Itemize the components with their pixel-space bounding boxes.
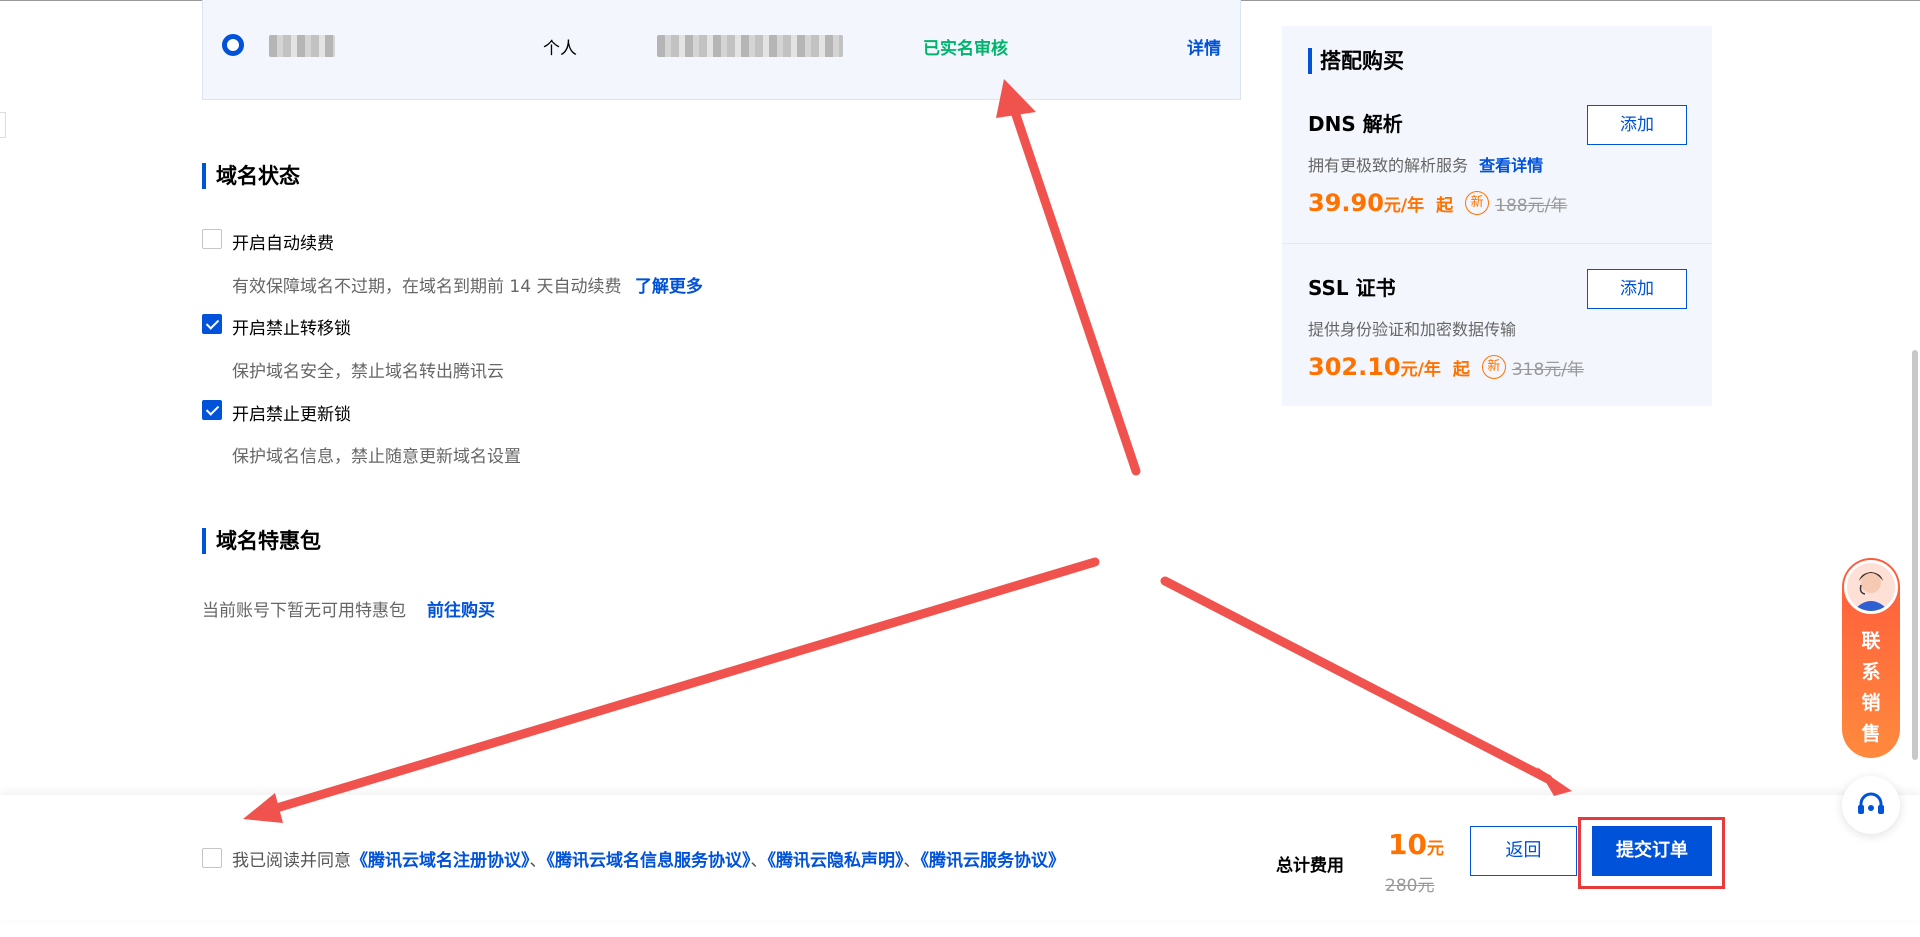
contact-sales-text: 联系销售	[1861, 630, 1881, 745]
agreement-separator: 、	[529, 851, 547, 871]
update-lock-label: 开启禁止更新锁	[232, 405, 351, 425]
total-label: 总计费用	[1276, 856, 1344, 876]
contact-sales-widget[interactable]: 联系销售	[1842, 558, 1900, 758]
registrant-row[interactable]: 个人 已实名审核 详情	[202, 0, 1241, 100]
transfer-lock-desc: 保护域名安全，禁止域名转出腾讯云	[232, 362, 504, 382]
agreement-checkbox[interactable]	[202, 848, 222, 868]
ssl-name: SSL 证书	[1308, 276, 1396, 300]
dns-name: DNS 解析	[1308, 112, 1403, 136]
auto-renew-desc-text: 有效保障域名不过期，在域名到期前 14 天自动续费	[232, 277, 622, 297]
submit-highlight-box	[1578, 817, 1725, 889]
addon-panel: 搭配购买 DNS 解析 添加 拥有更极致的解析服务 查看详情 39.90元/年 …	[1282, 26, 1712, 406]
learn-more-link[interactable]: 了解更多	[635, 277, 703, 297]
ssl-old-price: 318元/年	[1511, 359, 1585, 380]
headset-icon	[1858, 792, 1884, 814]
dns-details-link[interactable]: 查看详情	[1479, 156, 1543, 175]
ssl-add-button[interactable]: 添加	[1587, 269, 1687, 309]
transfer-lock-label: 开启禁止转移锁	[232, 319, 351, 339]
ssl-from-label: 起	[1452, 359, 1470, 380]
back-button[interactable]: 返回	[1470, 826, 1577, 876]
total-original-price: 280元	[1385, 876, 1435, 896]
registrant-radio[interactable]	[222, 34, 244, 56]
auto-renew-label: 开启自动续费	[232, 234, 334, 254]
arrow-to-submit	[1160, 576, 1553, 784]
dns-new-badge: 新	[1465, 191, 1490, 215]
registrant-name-redacted	[269, 35, 335, 57]
verification-status: 已实名审核	[923, 39, 1008, 59]
update-lock-desc: 保护域名信息，禁止随意更新域名设置	[232, 447, 521, 467]
sales-avatar	[1844, 560, 1898, 614]
agreement-link-privacy[interactable]: 《腾讯云隐私声明》	[768, 851, 904, 871]
support-widget[interactable]	[1842, 776, 1900, 834]
promo-pack-title: 域名特惠包	[202, 528, 321, 554]
promo-pack-text: 当前账号下暂无可用特惠包	[202, 601, 406, 621]
dns-price-line: 39.90元/年 起 新 188元/年	[1308, 188, 1567, 218]
agreement-link-service[interactable]: 《腾讯云服务协议》	[921, 851, 1066, 871]
agreement-separator: 、	[903, 851, 921, 871]
domain-status-title: 域名状态	[202, 163, 300, 189]
dns-old-price: 188元/年	[1495, 195, 1568, 216]
ssl-price: 302.10元/年	[1308, 353, 1441, 381]
dns-desc-text: 拥有更极致的解析服务	[1308, 156, 1469, 175]
dns-price: 39.90元/年	[1308, 189, 1425, 217]
agreement-link-info-service[interactable]: 《腾讯云域名信息服务协议》	[547, 851, 751, 871]
total-price: 10元	[1388, 828, 1444, 861]
dns-from-label: 起	[1436, 195, 1454, 216]
agreement-link-registration[interactable]: 《腾讯云域名注册协议》	[351, 851, 530, 871]
addon-divider	[1282, 243, 1712, 244]
agreement-prefix: 我已阅读并同意	[232, 851, 351, 871]
page-scrollbar[interactable]	[1912, 350, 1918, 760]
auto-renew-checkbox[interactable]	[202, 229, 222, 249]
registrant-id-redacted	[657, 35, 843, 57]
agreement-text: 我已阅读并同意《腾讯云域名注册协议》、《腾讯云域名信息服务协议》、《腾讯云隐私声…	[232, 846, 1065, 871]
ssl-desc: 提供身份验证和加密数据传输	[1308, 320, 1517, 339]
total-price-unit: 元	[1426, 839, 1444, 859]
agreement-separator: 、	[750, 851, 768, 871]
arrow-to-submit-head	[1537, 767, 1572, 796]
left-edge-tab[interactable]	[0, 112, 6, 138]
ssl-new-badge: 新	[1481, 355, 1506, 379]
total-price-value: 10	[1388, 828, 1427, 861]
addon-panel-title: 搭配购买	[1308, 48, 1404, 74]
update-lock-checkbox[interactable]	[202, 400, 222, 420]
auto-renew-desc: 有效保障域名不过期，在域名到期前 14 天自动续费 了解更多	[232, 272, 703, 297]
arrow-to-status	[1007, 98, 1141, 476]
ssl-price-line: 302.10元/年 起 新 318元/年	[1308, 352, 1584, 382]
order-page: 个人 已实名审核 详情 域名状态 开启自动续费 有效保障域名不过期，在域名到期前…	[0, 0, 1920, 937]
registrant-type: 个人	[543, 39, 577, 59]
buy-promo-link[interactable]: 前往购买	[427, 596, 495, 621]
dns-desc: 拥有更极致的解析服务 查看详情	[1308, 152, 1543, 176]
registrant-detail-link[interactable]: 详情	[1187, 34, 1221, 59]
transfer-lock-checkbox[interactable]	[202, 314, 222, 334]
dns-add-button[interactable]: 添加	[1587, 105, 1687, 145]
